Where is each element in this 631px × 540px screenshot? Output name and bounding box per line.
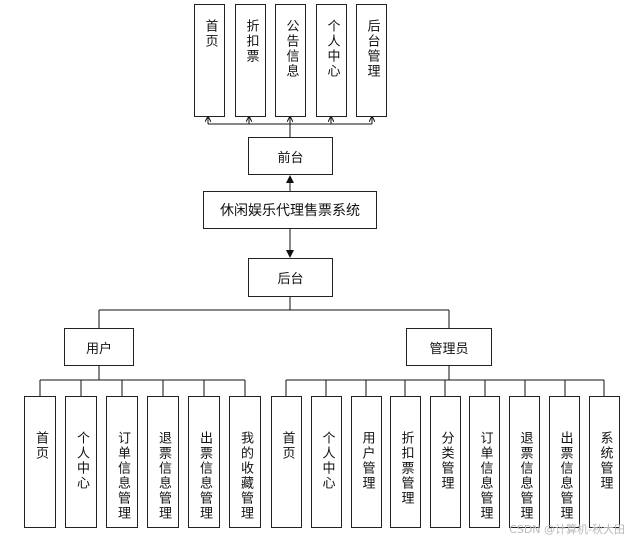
user-item-label: 订单信息管理 xyxy=(115,431,130,521)
system-node: 休闲娱乐代理售票系统 xyxy=(203,191,377,229)
admin-item-refund-management: 退票信息管理 xyxy=(509,396,540,528)
admin-item-order-management: 订单信息管理 xyxy=(469,396,500,528)
front-item-label: 首页 xyxy=(202,19,218,49)
user-item-favorites-management: 我的收藏管理 xyxy=(229,396,261,528)
user-node: 用户 xyxy=(64,328,134,366)
admin-item-label: 退票信息管理 xyxy=(517,431,533,521)
front-node: 前台 xyxy=(248,137,333,175)
front-node-label: 前台 xyxy=(277,150,304,166)
user-item-label: 个人中心 xyxy=(74,431,89,491)
user-item-order-management: 订单信息管理 xyxy=(106,396,138,528)
admin-item-system-management: 系统管理 xyxy=(589,396,620,528)
admin-node-label: 管理员 xyxy=(429,341,469,357)
user-item-issue-management: 出票信息管理 xyxy=(188,396,220,528)
front-item-label: 个人中心 xyxy=(324,19,340,79)
front-item-personal-center: 个人中心 xyxy=(316,4,347,117)
admin-item-label: 折扣票管理 xyxy=(398,431,414,506)
user-item-home: 首页 xyxy=(24,396,56,528)
front-item-label: 公告信息 xyxy=(283,19,299,79)
user-item-refund-management: 退票信息管理 xyxy=(147,396,179,528)
admin-item-user-management: 用户管理 xyxy=(351,396,382,528)
admin-item-label: 用户管理 xyxy=(359,431,375,491)
admin-node: 管理员 xyxy=(406,328,492,366)
watermark: CSDN @计算机-秋大田 xyxy=(509,523,625,536)
user-node-label: 用户 xyxy=(85,341,112,357)
user-item-label: 出票信息管理 xyxy=(197,431,212,521)
admin-item-label: 订单信息管理 xyxy=(477,431,493,521)
front-item-label: 折扣票 xyxy=(243,19,259,64)
user-item-label: 首页 xyxy=(33,431,48,461)
admin-item-label: 首页 xyxy=(279,431,295,461)
user-item-personal-center: 个人中心 xyxy=(65,396,97,528)
admin-item-home: 首页 xyxy=(271,396,302,528)
admin-item-personal-center: 个人中心 xyxy=(311,396,342,528)
system-node-label: 休闲娱乐代理售票系统 xyxy=(220,203,360,219)
admin-item-issue-management: 出票信息管理 xyxy=(549,396,580,528)
front-item-discount-ticket: 折扣票 xyxy=(235,4,266,117)
front-item-label: 后台管理 xyxy=(364,19,380,79)
user-item-label: 我的收藏管理 xyxy=(238,431,253,521)
admin-item-discount-ticket-management: 折扣票管理 xyxy=(390,396,421,528)
back-node-label: 后台 xyxy=(277,272,304,287)
admin-item-label: 出票信息管理 xyxy=(557,431,573,521)
front-item-home: 首页 xyxy=(194,4,225,117)
user-item-label: 退票信息管理 xyxy=(156,431,171,521)
front-item-backend-admin: 后台管理 xyxy=(356,4,387,117)
admin-item-category-management: 分类管理 xyxy=(430,396,461,528)
admin-item-label: 个人中心 xyxy=(319,431,335,491)
admin-item-label: 系统管理 xyxy=(597,431,613,491)
admin-item-label: 分类管理 xyxy=(438,431,454,491)
back-node: 后台 xyxy=(248,258,333,297)
front-item-announcement: 公告信息 xyxy=(275,4,306,117)
